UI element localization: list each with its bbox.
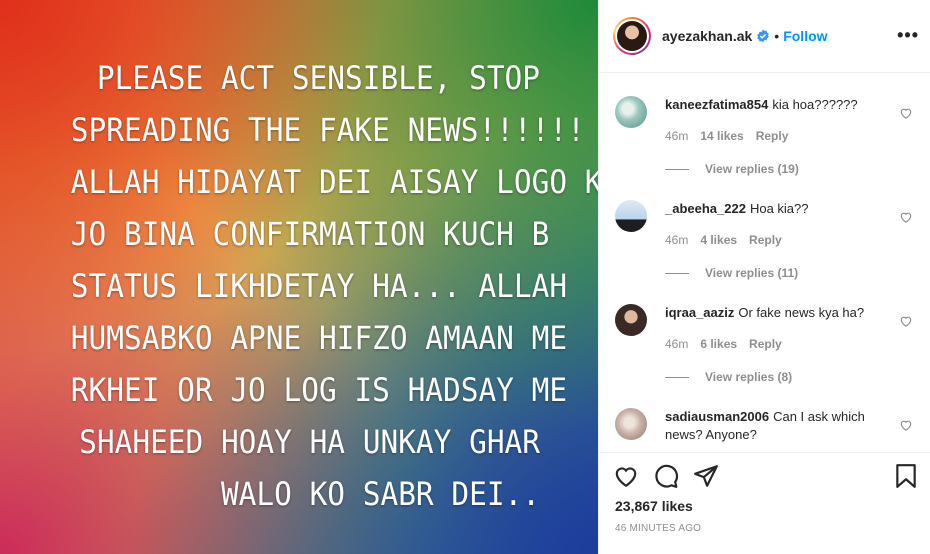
comment-bubble-icon[interactable] xyxy=(653,463,679,489)
view-replies-button[interactable]: View replies (8) xyxy=(665,370,792,384)
commenter-avatar[interactable] xyxy=(615,200,647,232)
header-separator: • xyxy=(774,28,780,44)
comment-username[interactable]: iqraa_aaziz xyxy=(665,305,734,320)
post-timestamp[interactable]: 46 MINUTES AGO xyxy=(615,523,701,534)
post-text-line: SPREADING THE FAKE NEWS!!!!!! xyxy=(70,111,585,149)
post-text-line: SHAHEED HOAY HA UNKAY GHAR xyxy=(79,423,541,461)
comment-username[interactable]: kaneezfatima854 xyxy=(665,97,768,112)
view-replies-button[interactable]: View replies (19) xyxy=(665,162,799,176)
view-replies-button[interactable]: View replies (11) xyxy=(665,266,798,280)
author-avatar-photo xyxy=(617,21,647,51)
reply-button[interactable]: Reply xyxy=(749,337,782,351)
post-text-line: HUMSABKO APNE HIFZO AMAAN ME xyxy=(70,319,568,357)
like-comment-heart-icon[interactable] xyxy=(899,314,913,328)
comment-likes[interactable]: 4 likes xyxy=(700,233,737,247)
follow-button[interactable]: Follow xyxy=(783,28,827,44)
comment-text: Or fake news kya ha? xyxy=(738,305,865,320)
post-text-line: RKHEI OR JO LOG IS HADSAY ME xyxy=(70,371,568,409)
author-avatar[interactable] xyxy=(613,17,651,55)
post-header: ayezakhan.ak • Follow ••• xyxy=(599,0,930,73)
like-comment-heart-icon[interactable] xyxy=(899,210,913,224)
likes-count[interactable]: 23,867 likes xyxy=(615,498,693,514)
comment-meta: 46m 6 likes Reply xyxy=(665,337,794,351)
comment-likes[interactable]: 6 likes xyxy=(700,337,737,351)
commenter-avatar[interactable] xyxy=(615,408,647,440)
comment-meta: 46m 4 likes Reply xyxy=(665,233,794,247)
like-heart-icon[interactable] xyxy=(613,463,639,489)
post-image[interactable]: PLEASE ACT SENSIBLE, STOP SPREADING THE … xyxy=(0,0,598,554)
post-text: PLEASE ACT SENSIBLE, STOP SPREADING THE … xyxy=(70,52,598,520)
commenter-avatar[interactable] xyxy=(615,96,647,128)
reply-button[interactable]: Reply xyxy=(756,129,789,143)
like-comment-heart-icon[interactable] xyxy=(899,418,913,432)
reply-button[interactable]: Reply xyxy=(749,233,782,247)
post-text-line: STATUS LIKHDETAY HA... ALLAH xyxy=(70,267,568,305)
more-options-icon[interactable]: ••• xyxy=(897,26,919,44)
comment-time: 46m xyxy=(665,129,689,143)
comment-text: Hoa kia?? xyxy=(749,201,809,216)
post-text-line: ALLAH HIDAYAT DEI AISAY LOGO KO xyxy=(70,163,598,201)
verified-badge-icon xyxy=(757,29,770,43)
comment-text: kia hoa?????? xyxy=(772,97,858,112)
comment-time: 46m xyxy=(665,337,689,351)
post-text-line: JO BINA CONFIRMATION KUCH B xyxy=(70,215,550,253)
like-comment-heart-icon[interactable] xyxy=(899,106,913,120)
comment-likes[interactable]: 14 likes xyxy=(700,129,743,143)
post-text-line: PLEASE ACT SENSIBLE, STOP xyxy=(96,59,540,97)
post-details-panel: ayezakhan.ak • Follow ••• kaneezfatima85… xyxy=(598,0,930,554)
comment-time: 46m xyxy=(665,233,689,247)
comment-username[interactable]: _abeeha_222 xyxy=(665,201,746,216)
author-username[interactable]: ayezakhan.ak xyxy=(662,28,752,44)
post-text-line: WALO KO SABR DEI.. xyxy=(220,475,540,513)
post-actions: 23,867 likes 46 MINUTES AGO xyxy=(599,452,930,554)
comments-list[interactable]: kaneezfatima854 kia hoa?????? 46m 14 likes… xyxy=(599,74,930,452)
save-bookmark-icon[interactable] xyxy=(893,463,919,489)
comment-meta: 46m 14 likes Reply xyxy=(665,129,800,143)
comment-username[interactable]: sadiausman2006 xyxy=(665,409,769,424)
share-paper-plane-icon[interactable] xyxy=(693,463,719,489)
commenter-avatar[interactable] xyxy=(615,304,647,336)
